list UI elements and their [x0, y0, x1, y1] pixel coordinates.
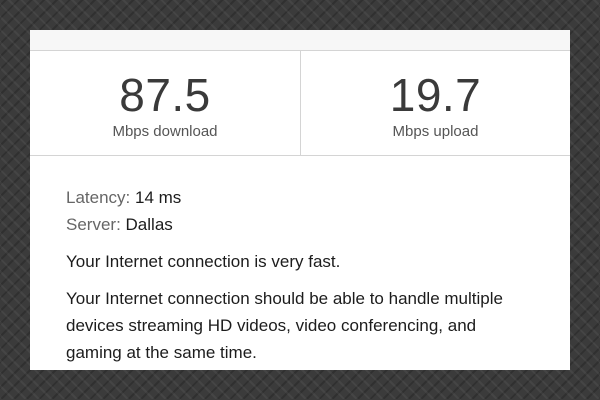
top-strip [30, 30, 570, 51]
server-label: Server: [66, 215, 121, 234]
download-metric: 87.5 Mbps download [30, 51, 300, 155]
latency-value: 14 ms [135, 188, 182, 207]
upload-speed-value: 19.7 [389, 69, 482, 121]
upload-metric: 19.7 Mbps upload [301, 51, 570, 155]
speed-description: Your Internet connection should be able … [66, 289, 503, 362]
section-divider [30, 155, 570, 156]
speed-verdict: Your Internet connection is very fast. [66, 252, 341, 271]
speed-test-results-card: 87.5 Mbps download 19.7 Mbps upload Late… [30, 30, 570, 370]
download-speed-value: 87.5 [119, 69, 211, 121]
upload-speed-unit: Mbps upload [392, 123, 479, 140]
server-value: Dallas [125, 215, 173, 234]
download-speed-unit: Mbps download [112, 123, 218, 140]
server-row: Server: Dallas [66, 211, 546, 238]
latency-row: Latency: 14 ms [66, 184, 546, 211]
details-section: Latency: 14 ms Server: Dallas Your Inter… [66, 184, 546, 366]
latency-label: Latency: [66, 188, 131, 207]
